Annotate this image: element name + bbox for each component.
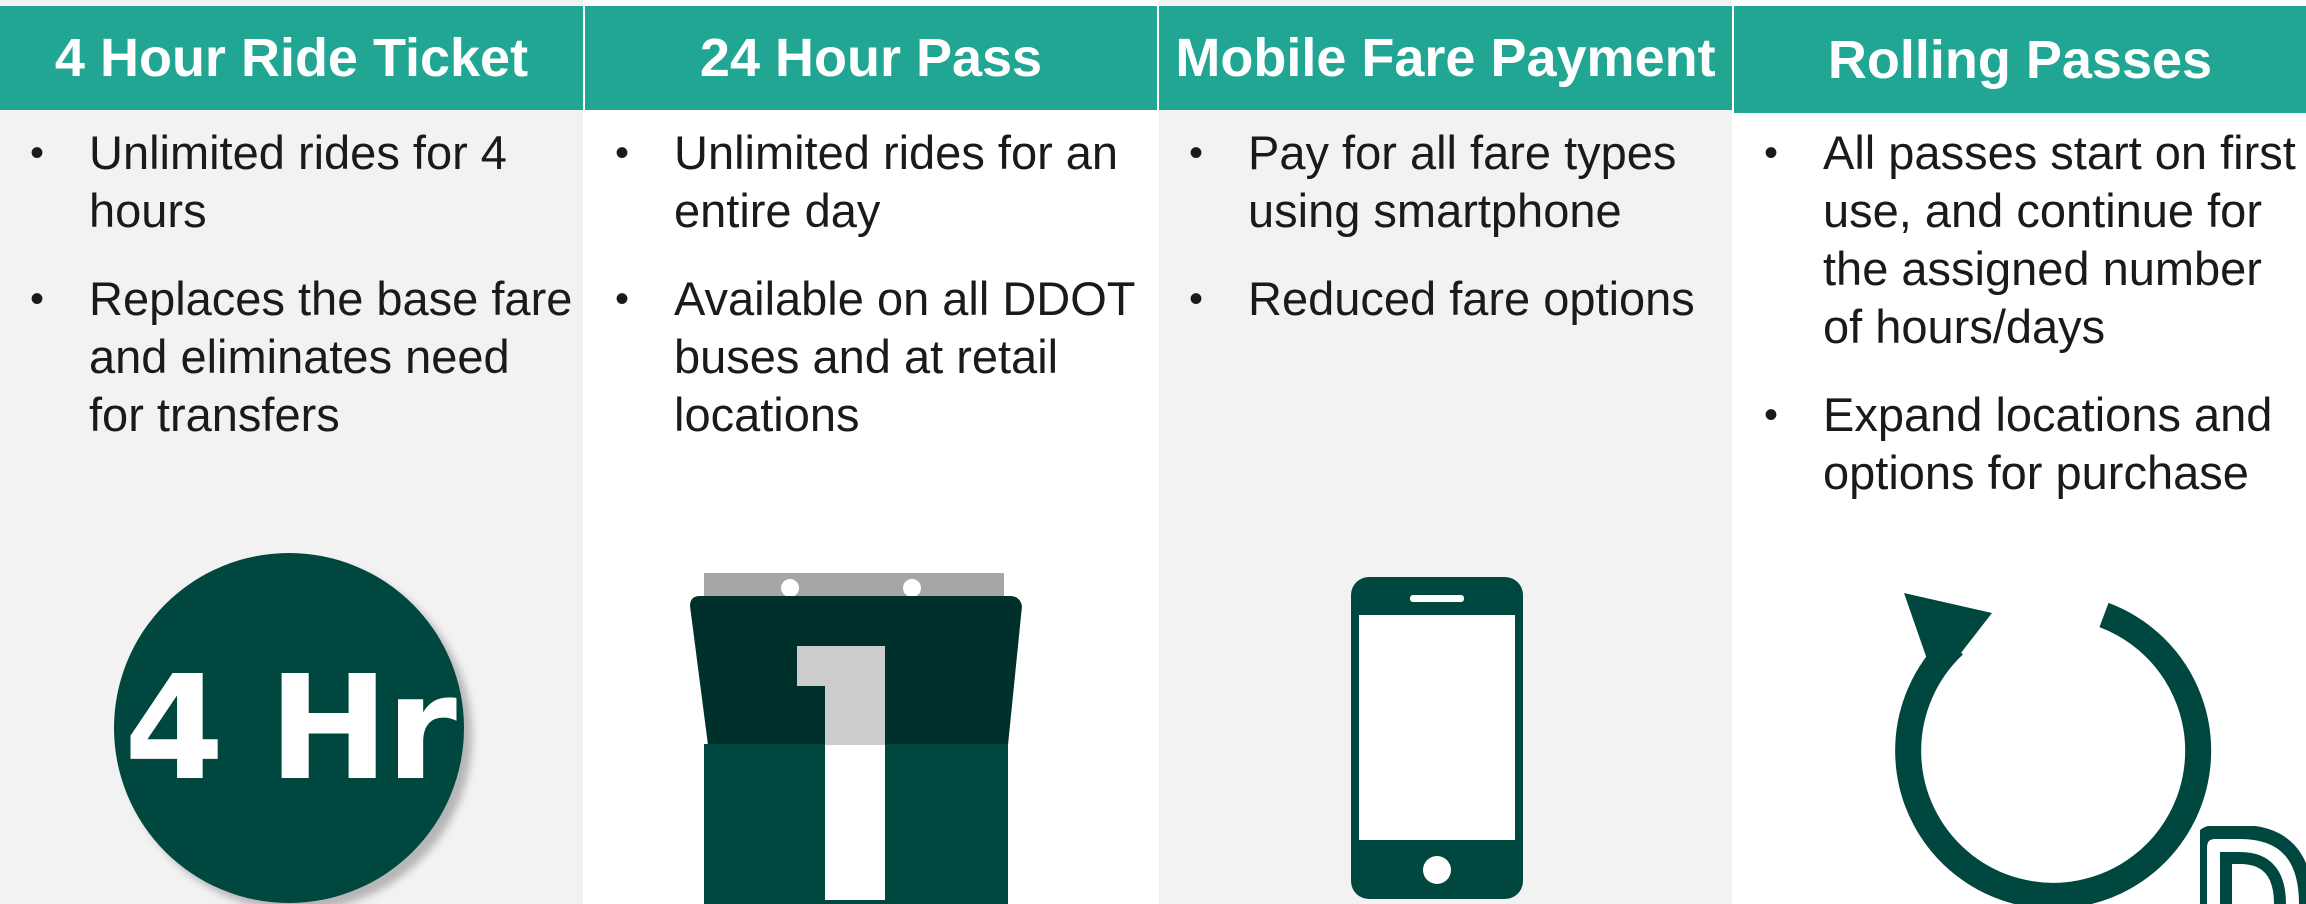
clock-badge-icon: 4 Hr bbox=[114, 553, 464, 903]
bullet-item: All passes start on first use, and conti… bbox=[1764, 124, 2298, 356]
bullet-item: Pay for all fare types using smartphone bbox=[1189, 124, 1724, 240]
column-title: 24 Hour Pass bbox=[585, 6, 1157, 110]
bullet-item: Unlimited rides for 4 hours bbox=[30, 124, 575, 240]
column-24-hour-pass: 24 Hour Pass Unlimited rides for an enti… bbox=[585, 0, 1157, 904]
smartphone-icon bbox=[1351, 577, 1523, 899]
bullet-item: Replaces the base fare and eliminates ne… bbox=[30, 270, 575, 444]
column-4-hour-ride-ticket: 4 Hour Ride Ticket Unlimited rides for 4… bbox=[0, 0, 583, 904]
bullet-list: Pay for all fare types using smartphone … bbox=[1189, 124, 1724, 358]
refresh-arrow-icon bbox=[1895, 593, 2212, 904]
column-title: Mobile Fare Payment bbox=[1159, 6, 1732, 110]
column-title: 4 Hour Ride Ticket bbox=[0, 6, 583, 110]
calendar-icon bbox=[690, 573, 1022, 904]
bullet-item: Expand locations and options for purchas… bbox=[1764, 386, 2298, 502]
bullet-item: Available on all DDOT buses and at retai… bbox=[615, 270, 1149, 444]
clock-badge-text: 4 Hr bbox=[124, 644, 457, 812]
bullet-list: All passes start on first use, and conti… bbox=[1764, 124, 2298, 532]
column-title: Rolling Passes bbox=[1734, 6, 2306, 113]
column-mobile-fare-payment: Mobile Fare Payment Pay for all fare typ… bbox=[1159, 0, 1732, 904]
column-rolling-passes: Rolling Passes All passes start on first… bbox=[1734, 0, 2306, 904]
bullet-item: Reduced fare options bbox=[1189, 270, 1724, 328]
bullet-list: Unlimited rides for 4 hours Replaces the… bbox=[30, 124, 575, 474]
ddot-logo-icon bbox=[2200, 826, 2306, 904]
bullet-item: Unlimited rides for an entire day bbox=[615, 124, 1149, 240]
bullet-list: Unlimited rides for an entire day Availa… bbox=[615, 124, 1149, 474]
